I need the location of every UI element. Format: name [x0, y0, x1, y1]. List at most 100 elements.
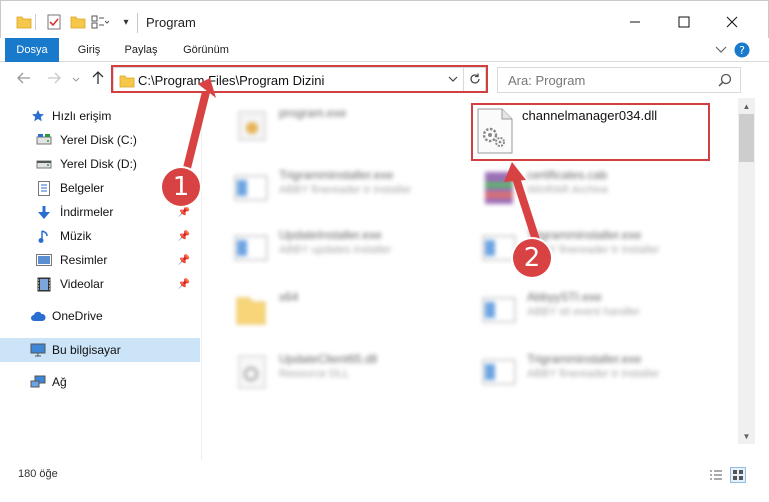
installer-icon [231, 168, 271, 208]
file-name: Trigramminstaller.exe [527, 352, 642, 366]
ribbon-tabs: Dosya Giriş Paylaş Görünüm ? [0, 38, 769, 62]
network-icon [30, 374, 46, 390]
file-item-trigram-installer-2[interactable]: Trigramminstaller.exe ABBY finereader tr… [475, 222, 715, 274]
up-button[interactable] [88, 70, 108, 90]
vertical-scrollbar[interactable]: ▲ ▼ [738, 98, 755, 444]
file-item-abbyy-sti[interactable]: AbbyySTI.exe ABBY sti event handler [475, 284, 715, 336]
archive-icon [479, 168, 519, 208]
recent-locations-button[interactable] [66, 70, 86, 90]
scrollbar-thumb[interactable] [739, 114, 754, 162]
file-type: Resource DLL [279, 368, 350, 380]
scroll-up-icon[interactable]: ▲ [738, 98, 755, 114]
step-marker-1: 1 [162, 168, 200, 206]
file-name: program.exe [279, 106, 347, 120]
item-count: 180 öğe [18, 468, 58, 480]
expand-ribbon-icon[interactable] [713, 42, 729, 58]
tab-home[interactable]: Giriş [66, 38, 112, 62]
installer-icon [231, 228, 271, 268]
file-highlight-box [471, 103, 710, 161]
tab-file[interactable]: Dosya [5, 38, 59, 62]
forward-button[interactable] [44, 70, 64, 90]
sidebar-item-label: Videolar [60, 277, 104, 291]
maximize-icon [678, 16, 690, 31]
sidebar-item-music[interactable]: Müzik 📌 [0, 224, 200, 248]
computer-icon [30, 342, 46, 358]
chevron-down-icon [72, 75, 80, 85]
close-icon [726, 16, 738, 31]
cloud-icon [30, 308, 46, 324]
arrow-left-icon [17, 71, 31, 89]
sidebar-item-label: OneDrive [52, 309, 103, 323]
sidebar-item-pictures[interactable]: Resimler 📌 [0, 248, 200, 272]
pin-icon[interactable]: 📌 [178, 255, 190, 266]
minimize-button[interactable] [615, 9, 655, 37]
customize-qa-icon[interactable]: ▾ [117, 13, 135, 31]
properties-icon[interactable] [45, 13, 63, 31]
search-box[interactable]: Ara: Program [497, 67, 741, 93]
help-icon[interactable]: ? [734, 42, 750, 58]
title-divider [137, 13, 138, 33]
pin-icon[interactable]: 📌 [178, 279, 190, 290]
maximize-button[interactable] [664, 9, 704, 37]
file-item-update-client-dll[interactable]: UpdateClient65.dll Resource DLL [227, 346, 467, 398]
file-item-certificates-cab[interactable]: certificates.cab WinRAR Archive [475, 162, 715, 214]
pin-icon[interactable]: 📌 [178, 231, 190, 242]
window-title: Program [146, 15, 196, 30]
sidebar-item-local-disk-c[interactable]: Yerel Disk (C:) [0, 128, 200, 152]
arrow-up-icon [92, 70, 104, 90]
sidebar-item-onedrive[interactable]: OneDrive [0, 304, 200, 328]
installer-icon [479, 352, 519, 392]
sidebar-item-label: Ağ [52, 375, 67, 389]
installer-icon [479, 290, 519, 330]
tab-view[interactable]: Görünüm [176, 38, 236, 62]
file-name: UpdateClient65.dll [279, 352, 378, 366]
file-item-x64-folder[interactable]: x64 [227, 284, 467, 336]
back-button[interactable] [14, 70, 34, 90]
exe-file-icon [231, 106, 271, 146]
download-icon [36, 204, 52, 220]
file-item-trigram-installer-3[interactable]: Trigramminstaller.exe ABBY finereader tr… [475, 346, 715, 398]
sidebar-item-this-pc[interactable]: Bu bilgisayar [0, 338, 200, 362]
file-type: ABBY updates installer [279, 244, 392, 256]
video-icon [36, 276, 52, 292]
document-icon [36, 180, 52, 196]
drive-icon [36, 132, 52, 148]
file-name: x64 [279, 290, 299, 304]
arrow-right-icon [47, 71, 61, 89]
view-options-icon[interactable] [91, 13, 109, 31]
sidebar-item-label: Bu bilgisayar [52, 343, 121, 357]
file-name: Trigramminstaller.exe [279, 168, 394, 182]
sidebar-item-network[interactable]: Ağ [0, 370, 200, 394]
sidebar-item-videos[interactable]: Videolar 📌 [0, 272, 200, 296]
file-item-program-exe[interactable]: program.exe [227, 100, 467, 152]
file-type: ABBY sti event handler [527, 306, 640, 318]
svg-text:?: ? [739, 44, 745, 57]
sidebar-item-downloads[interactable]: İndirmeler 📌 [0, 200, 200, 224]
file-item-update-installer[interactable]: UpdateInstaller.exe ABBY updates install… [227, 222, 467, 274]
sidebar-item-label: Müzik [60, 229, 92, 243]
sidebar-item-quick-access[interactable]: Hızlı erişim [0, 104, 200, 128]
file-item-trigram-installer[interactable]: Trigramminstaller.exe ABBY finereader tr… [227, 162, 467, 214]
tab-share[interactable]: Paylaş [116, 38, 166, 62]
large-icons-view-icon[interactable] [730, 467, 746, 483]
new-folder-icon[interactable] [69, 13, 87, 31]
file-name: certificates.cab [527, 168, 608, 182]
details-view-icon[interactable] [708, 467, 724, 483]
close-button[interactable] [712, 9, 752, 37]
minimize-icon [629, 16, 641, 31]
file-type: ABBY finereader tr installer [279, 184, 412, 196]
scroll-down-icon[interactable]: ▼ [738, 428, 755, 444]
pictures-icon [36, 252, 52, 268]
navigation-pane: Hızlı erişim Yerel Disk (C:) Yerel Disk … [0, 98, 202, 460]
file-type: WinRAR Archive [527, 184, 609, 196]
pin-icon[interactable]: 📌 [178, 207, 190, 218]
dll-file-icon [231, 352, 271, 392]
qa-divider [35, 14, 36, 30]
sidebar-item-label: İndirmeler [60, 205, 114, 219]
folder-icon [15, 13, 33, 31]
file-name: AbbyySTI.exe [527, 290, 602, 304]
status-bar: 180 öğe [0, 460, 769, 502]
star-icon [30, 108, 46, 124]
drive-icon [36, 156, 52, 172]
search-icon[interactable] [718, 73, 732, 90]
